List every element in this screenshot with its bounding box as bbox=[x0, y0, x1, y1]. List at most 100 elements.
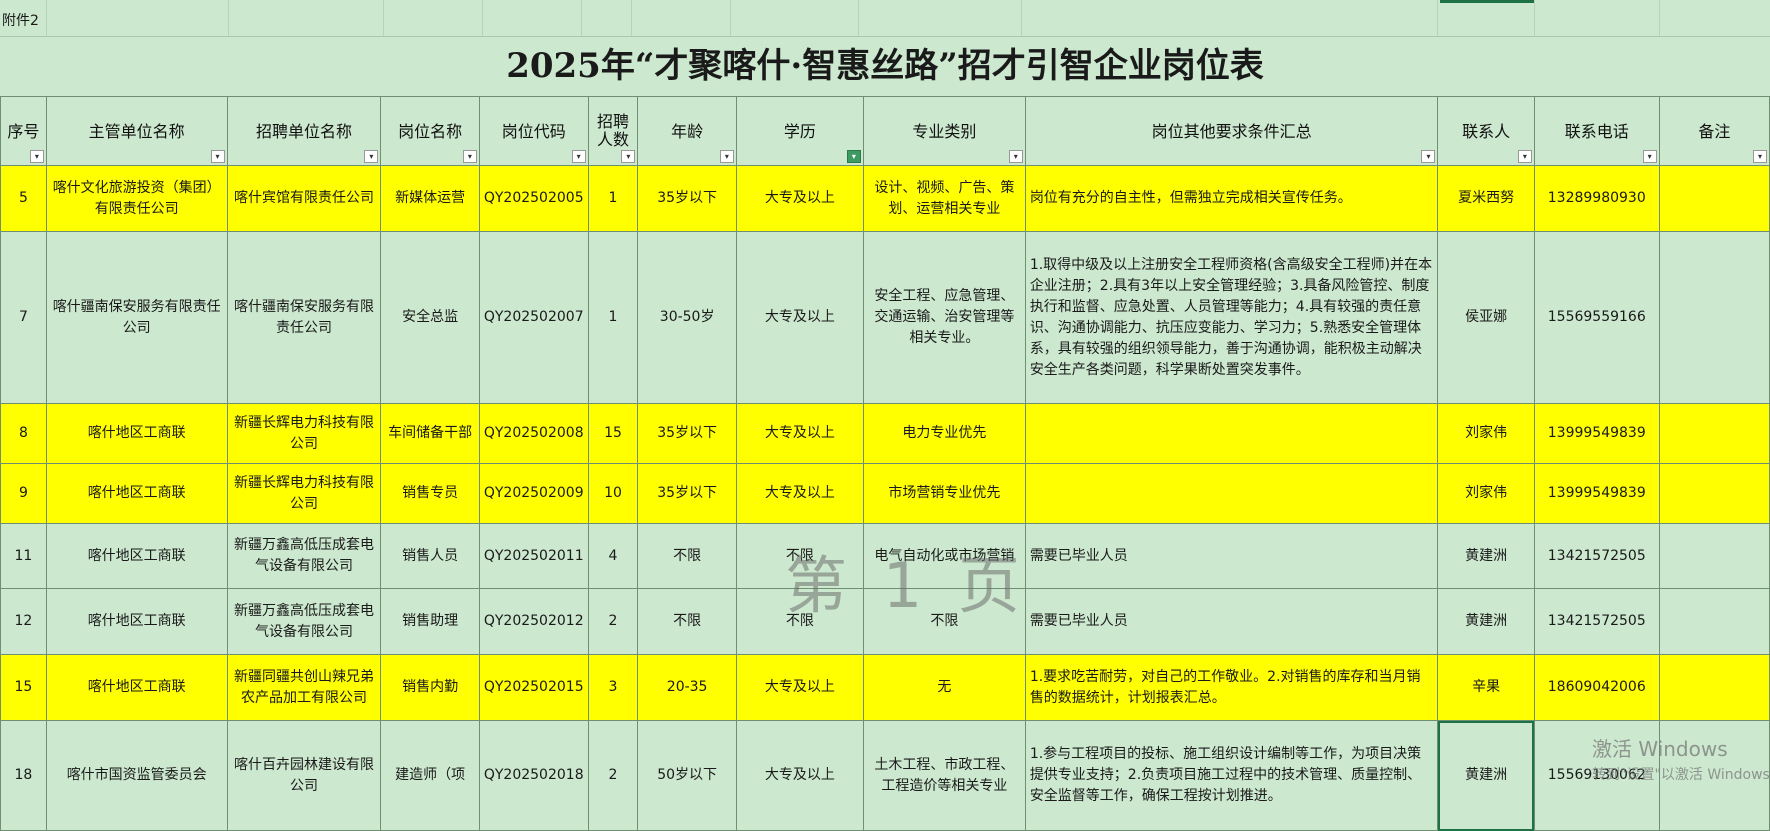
header-cell[interactable]: 岗位代码 ▾ bbox=[478, 96, 589, 166]
cell-unit[interactable]: 喀什疆南保安服务有限责任公司 bbox=[226, 231, 382, 404]
cell-count[interactable]: 3 bbox=[587, 654, 639, 721]
cell-post[interactable]: 车间储备干部 bbox=[380, 403, 480, 464]
header-cell[interactable]: 年龄 ▾ bbox=[637, 96, 737, 166]
header-cell[interactable]: 招聘人数 ▾ bbox=[587, 96, 639, 166]
cell-age[interactable]: 35岁以下 bbox=[637, 165, 737, 232]
cell-count[interactable]: 2 bbox=[587, 720, 639, 831]
cell-age[interactable]: 50岁以下 bbox=[637, 720, 737, 831]
cell-note[interactable] bbox=[1658, 231, 1770, 404]
cell-phone[interactable]: 13999549839 bbox=[1533, 403, 1660, 464]
cell-phone[interactable]: 15569130062 bbox=[1533, 720, 1660, 831]
cell-count[interactable]: 4 bbox=[587, 523, 639, 589]
cell-req[interactable]: 需要已毕业人员 bbox=[1024, 588, 1439, 655]
cell-code[interactable]: QY202502005 bbox=[478, 165, 589, 232]
filter-dropdown-icon[interactable]: ▾ bbox=[29, 150, 44, 163]
cell-contact[interactable]: 黄建洲 bbox=[1437, 588, 1535, 655]
cell-no[interactable]: 18 bbox=[0, 720, 47, 831]
cell-phone[interactable]: 15569559166 bbox=[1533, 231, 1660, 404]
cell-major[interactable]: 电力专业优先 bbox=[862, 403, 1026, 464]
cell-count[interactable]: 2 bbox=[587, 588, 639, 655]
cell-note[interactable] bbox=[1658, 463, 1770, 524]
cell-age[interactable]: 35岁以下 bbox=[637, 403, 737, 464]
header-cell[interactable]: 招聘单位名称 ▾ bbox=[226, 96, 382, 166]
cell-code[interactable]: QY202502011 bbox=[478, 523, 589, 589]
cell-unit[interactable]: 喀什宾馆有限责任公司 bbox=[226, 165, 382, 232]
filter-dropdown-icon[interactable]: ▾ bbox=[364, 150, 379, 163]
cell-post[interactable]: 销售内勤 bbox=[380, 654, 480, 721]
header-cell[interactable]: 岗位名称 ▾ bbox=[380, 96, 480, 166]
filter-dropdown-icon[interactable]: ▾ bbox=[621, 150, 636, 163]
cell-req[interactable]: 1.要求吃苦耐劳，对自己的工作敬业。2.对销售的库存和当月销售的数据统计，计划报… bbox=[1024, 654, 1439, 721]
cell-edu[interactable]: 不限 bbox=[735, 523, 864, 589]
cell-major[interactable]: 安全工程、应急管理、交通运输、治安管理等相关专业。 bbox=[862, 231, 1026, 404]
cell-major[interactable]: 不限 bbox=[862, 588, 1026, 655]
cell-code[interactable]: QY202502007 bbox=[478, 231, 589, 404]
cell-note[interactable] bbox=[1658, 165, 1770, 232]
cell-note[interactable] bbox=[1658, 523, 1770, 589]
cell-phone[interactable]: 13421572505 bbox=[1533, 523, 1660, 589]
header-cell[interactable]: 联系人 ▾ bbox=[1437, 96, 1535, 166]
filter-dropdown-icon[interactable]: ▾ bbox=[1421, 150, 1436, 163]
filter-dropdown-icon[interactable]: ▾ bbox=[1642, 150, 1657, 163]
cell-code[interactable]: QY202502012 bbox=[478, 588, 589, 655]
cell-phone[interactable]: 13999549839 bbox=[1533, 463, 1660, 524]
cell-count[interactable]: 15 bbox=[587, 403, 639, 464]
cell-contact[interactable]: 辛果 bbox=[1437, 654, 1535, 721]
cell-age[interactable]: 不限 bbox=[637, 523, 737, 589]
header-cell[interactable]: 学历 ▾ bbox=[735, 96, 864, 166]
filter-dropdown-icon[interactable]: ▾ bbox=[1008, 150, 1023, 163]
cell-req[interactable] bbox=[1024, 463, 1439, 524]
filter-dropdown-icon[interactable]: ▾ bbox=[1517, 150, 1532, 163]
cell-no[interactable]: 8 bbox=[0, 403, 47, 464]
cell-unit[interactable]: 新疆万鑫高低压成套电气设备有限公司 bbox=[226, 523, 382, 589]
cell-unit[interactable]: 新疆长辉电力科技有限公司 bbox=[226, 403, 382, 464]
filter-dropdown-icon[interactable]: ▾ bbox=[462, 150, 477, 163]
header-cell[interactable]: 主管单位名称 ▾ bbox=[45, 96, 228, 166]
cell-major[interactable]: 电气自动化或市场营销 bbox=[862, 523, 1026, 589]
cell-post[interactable]: 销售人员 bbox=[380, 523, 480, 589]
cell-contact-selected[interactable]: 黄建洲 bbox=[1437, 720, 1535, 831]
cell-post[interactable]: 销售专员 bbox=[380, 463, 480, 524]
filter-active-icon[interactable]: ▾ bbox=[846, 150, 861, 163]
filter-dropdown-icon[interactable]: ▾ bbox=[210, 150, 225, 163]
cell-req[interactable]: 1.取得中级及以上注册安全工程师资格(含高级安全工程师)并在本企业注册；2.具有… bbox=[1024, 231, 1439, 404]
header-cell[interactable]: 专业类别 ▾ bbox=[862, 96, 1026, 166]
cell-edu[interactable]: 大专及以上 bbox=[735, 463, 864, 524]
cell-org[interactable]: 喀什地区工商联 bbox=[45, 403, 228, 464]
cell-no[interactable]: 15 bbox=[0, 654, 47, 721]
cell-no[interactable]: 5 bbox=[0, 165, 47, 232]
cell-no[interactable]: 11 bbox=[0, 523, 47, 589]
cell-major[interactable]: 市场营销专业优先 bbox=[862, 463, 1026, 524]
cell-req[interactable] bbox=[1024, 403, 1439, 464]
header-cell[interactable]: 岗位其他要求条件汇总 ▾ bbox=[1024, 96, 1439, 166]
cell-major[interactable]: 土木工程、市政工程、工程造价等相关专业 bbox=[862, 720, 1026, 831]
cell-contact[interactable]: 刘家伟 bbox=[1437, 463, 1535, 524]
cell-code[interactable]: QY202502018 bbox=[478, 720, 589, 831]
cell-no[interactable]: 12 bbox=[0, 588, 47, 655]
cell-org[interactable]: 喀什文化旅游投资（集团）有限责任公司 bbox=[45, 165, 228, 232]
filter-dropdown-icon[interactable]: ▾ bbox=[1753, 150, 1767, 163]
cell-phone[interactable]: 13421572505 bbox=[1533, 588, 1660, 655]
filter-dropdown-icon[interactable]: ▾ bbox=[571, 150, 586, 163]
cell-edu[interactable]: 大专及以上 bbox=[735, 720, 864, 831]
cell-phone[interactable]: 13289980930 bbox=[1533, 165, 1660, 232]
cell-count[interactable]: 10 bbox=[587, 463, 639, 524]
cell-post[interactable]: 销售助理 bbox=[380, 588, 480, 655]
cell-edu[interactable]: 大专及以上 bbox=[735, 654, 864, 721]
cell-code[interactable]: QY202502009 bbox=[478, 463, 589, 524]
cell-age[interactable]: 20-35 bbox=[637, 654, 737, 721]
cell-count[interactable]: 1 bbox=[587, 165, 639, 232]
cell-phone[interactable]: 18609042006 bbox=[1533, 654, 1660, 721]
cell-unit[interactable]: 新疆万鑫高低压成套电气设备有限公司 bbox=[226, 588, 382, 655]
filter-dropdown-icon[interactable]: ▾ bbox=[719, 150, 734, 163]
cell-age[interactable]: 不限 bbox=[637, 588, 737, 655]
cell-post[interactable]: 新媒体运营 bbox=[380, 165, 480, 232]
header-cell[interactable]: 联系电话 ▾ bbox=[1533, 96, 1660, 166]
cell-unit[interactable]: 新疆长辉电力科技有限公司 bbox=[226, 463, 382, 524]
cell-post[interactable]: 建造师（项 bbox=[380, 720, 480, 831]
cell-age[interactable]: 30-50岁 bbox=[637, 231, 737, 404]
cell-req[interactable]: 需要已毕业人员 bbox=[1024, 523, 1439, 589]
cell-count[interactable]: 1 bbox=[587, 231, 639, 404]
cell-org[interactable]: 喀什地区工商联 bbox=[45, 654, 228, 721]
cell-org[interactable]: 喀什市国资监管委员会 bbox=[45, 720, 228, 831]
